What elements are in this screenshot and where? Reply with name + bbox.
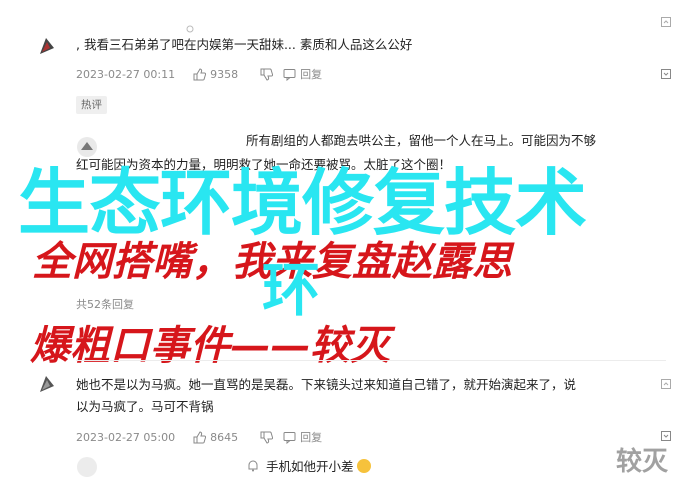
watermark: 较灭 xyxy=(615,447,668,477)
like-count: 9358 xyxy=(210,67,239,81)
overlay-title: 生态环境修复技术 xyxy=(18,161,587,245)
comment-date: 2023-02-27 05:00 xyxy=(76,430,176,444)
comment-date: 2023-02-27 00:11 xyxy=(76,67,176,81)
reply-button[interactable]: 回复 xyxy=(300,66,322,82)
comment-meta: 2023-02-27 05:00 8645 回复 xyxy=(76,429,322,445)
comment-text-line1: 她也不是以为马疯。她一直骂的是吴磊。下来镜头过来知道自己错了，就开始演起来了，说 xyxy=(76,377,577,392)
reply-icon[interactable] xyxy=(283,68,296,81)
replies-summary[interactable]: 共52条回复 xyxy=(76,296,134,312)
replies-summary-text[interactable]: 共52条回复 xyxy=(76,296,134,312)
comment-text: , 我看三石弟弟了吧在内娱第一天甜妹... 素质和人品这么公好 xyxy=(76,37,413,52)
hot-comments-badge: 热评 xyxy=(76,96,107,114)
thumbs-down-icon[interactable] xyxy=(260,431,274,444)
avatar[interactable] xyxy=(76,456,98,478)
collapse-icon[interactable] xyxy=(660,16,672,28)
avatar[interactable] xyxy=(36,372,58,394)
small-dot-icon xyxy=(186,18,194,33)
avatar[interactable] xyxy=(36,34,58,56)
comment-meta: 2023-02-27 00:11 9358 回复 xyxy=(76,66,322,82)
comment-text-line1: 所有剧组的人都跑去哄公主，留他一个人在马上。可能因为不够 xyxy=(246,133,597,148)
comment-text-line2: 以为马疯了。马可不背锅 xyxy=(76,399,214,414)
smile-emoji-icon xyxy=(356,459,371,473)
comment-text: 手机如他开小差 xyxy=(246,456,371,478)
thumbs-down-icon[interactable] xyxy=(260,68,274,81)
collapse-icon[interactable] xyxy=(660,378,672,390)
thumbs-up-icon[interactable] xyxy=(193,67,207,81)
thumbs-up-icon[interactable] xyxy=(193,430,207,444)
more-options-icon[interactable] xyxy=(660,68,672,80)
reply-button[interactable]: 回复 xyxy=(300,429,322,445)
reply-icon[interactable] xyxy=(283,431,296,444)
bell-icon xyxy=(246,458,260,472)
comment-text-content: 手机如他开小差 xyxy=(266,459,354,474)
like-count: 8645 xyxy=(210,430,239,444)
divider xyxy=(76,360,666,361)
overlay-red-line2: 爆粗口事件——较灭 xyxy=(30,322,390,369)
